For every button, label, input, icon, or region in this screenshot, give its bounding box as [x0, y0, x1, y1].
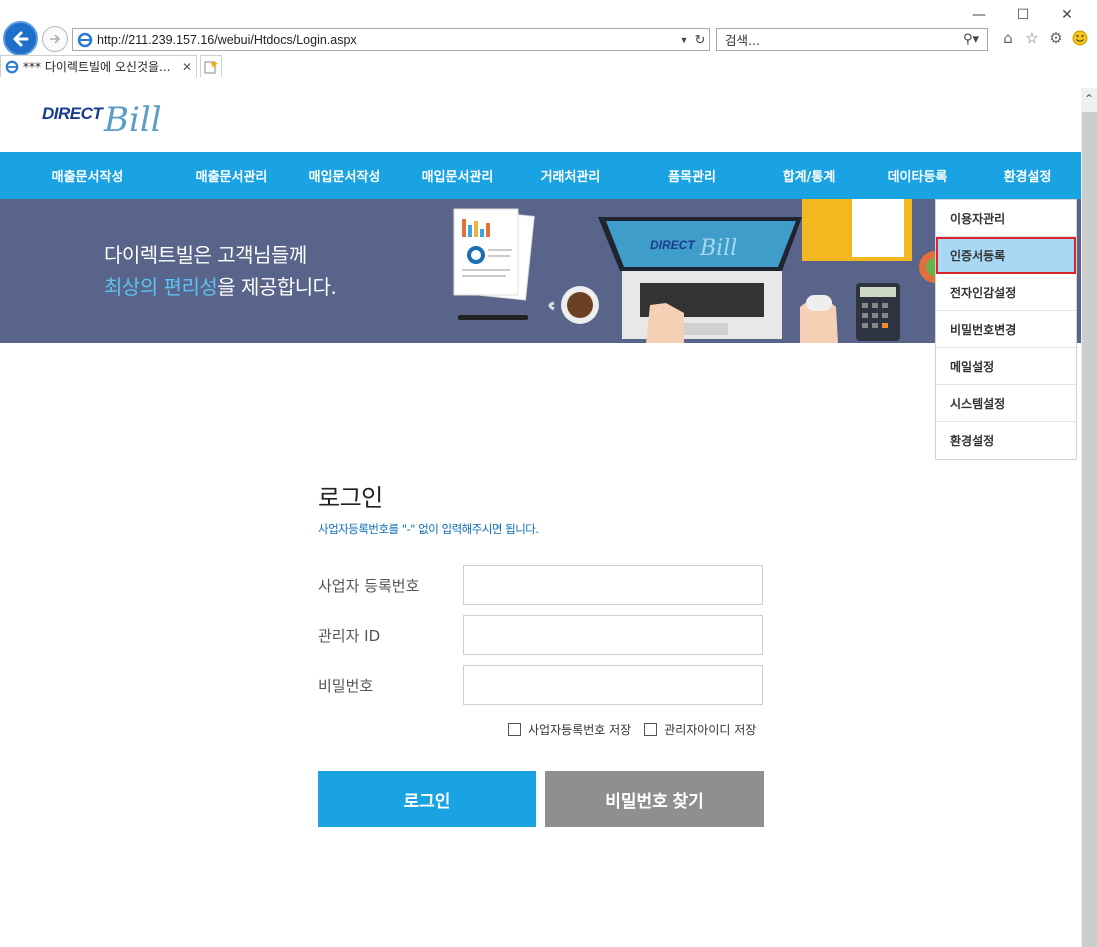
login-hint: 사업자등록번호를 "-" 없이 입력해주시면 됩니다.: [318, 522, 539, 536]
search-placeholder[interactable]: 검색...: [725, 30, 955, 49]
password-input[interactable]: [463, 665, 763, 705]
password-row: 비밀번호: [318, 665, 764, 705]
favorites-star-icon[interactable]: ☆: [1022, 28, 1042, 48]
nav-item-data-register[interactable]: 데이타등록: [861, 152, 974, 199]
login-title: 로그인: [318, 484, 383, 512]
save-adminid-label[interactable]: 관리자아이디 저장: [664, 721, 756, 738]
logo-direct-text: DIRECT: [42, 104, 103, 123]
nav-item-sales-doc-create[interactable]: 매출문서작성: [0, 152, 175, 199]
menu-item-mail-settings[interactable]: 메일설정: [936, 348, 1076, 385]
nav-item-purchase-doc-manage[interactable]: 매입문서관리: [401, 152, 514, 199]
settings-gear-icon[interactable]: ⚙: [1046, 28, 1066, 48]
search-box[interactable]: 검색... ⚲▾: [716, 28, 988, 51]
feedback-smiley-icon[interactable]: [1070, 28, 1090, 48]
settings-dropdown-menu: 이용자관리 인증서등록 전자인감설정 비밀번호변경 메일설정 시스템설정 환경설…: [935, 199, 1077, 460]
home-icon[interactable]: ⌂: [998, 28, 1018, 48]
save-bizno-label[interactable]: 사업자등록번호 저장: [528, 721, 631, 738]
nav-item-client-manage[interactable]: 거래처관리: [514, 152, 627, 199]
page-scrollbar[interactable]: ⌃: [1081, 88, 1097, 947]
browser-tab[interactable]: *** 다이렉트빌에 오신것을... ✕: [0, 55, 197, 77]
window-controls: — ☐ ✕: [957, 4, 1089, 26]
menu-item-user-management[interactable]: 이용자관리: [936, 200, 1076, 237]
ie-tab-icon: [5, 60, 19, 73]
password-label: 비밀번호: [318, 677, 374, 695]
site-logo[interactable]: DIRECT Bill: [42, 100, 182, 144]
adminid-input[interactable]: [463, 615, 763, 655]
coffee-cup-image: [548, 286, 599, 324]
nav-item-purchase-doc-create[interactable]: 매입문서작성: [288, 152, 401, 199]
back-arrow-icon: [13, 31, 28, 46]
maximize-icon[interactable]: ☐: [1001, 4, 1045, 26]
address-dropdown-icon[interactable]: ▼: [677, 35, 691, 45]
adminid-row: 관리자 ID: [318, 615, 764, 655]
forward-arrow-icon: [50, 34, 61, 44]
close-window-icon[interactable]: ✕: [1045, 4, 1089, 26]
bizno-label: 사업자 등록번호: [318, 577, 420, 595]
banner-illustration: DIRECT Bill: [453, 199, 951, 343]
nav-item-item-manage[interactable]: 품목관리: [627, 152, 757, 199]
tab-close-icon[interactable]: ✕: [182, 60, 196, 74]
scroll-up-icon[interactable]: ⌃: [1081, 88, 1097, 110]
login-button[interactable]: 로그인: [318, 771, 536, 827]
nav-item-environment-settings[interactable]: 환경설정: [974, 152, 1081, 199]
new-tab-button[interactable]: [200, 55, 222, 77]
adminid-label: 관리자 ID: [318, 627, 381, 645]
browser-chrome: — ☐ ✕ http://211.239.157.16/webui/Htdocs…: [0, 0, 1097, 78]
menu-item-certificate-register[interactable]: 인증서등록: [936, 237, 1076, 274]
url-text[interactable]: http://211.239.157.16/webui/Htdocs/Login…: [97, 33, 677, 47]
search-icon[interactable]: ⚲▾: [955, 32, 987, 47]
laptop-brand-direct: DIRECT: [650, 238, 696, 252]
ie-page-icon: [77, 32, 93, 47]
pen-image: [458, 315, 528, 320]
main-nav: 매출문서작성 매출문서관리 매입문서작성 매입문서관리 거래처관리 품목관리 합계/통계 데이…: [0, 152, 1081, 199]
calculator-image: [856, 283, 900, 341]
save-adminid-checkbox[interactable]: [644, 723, 658, 736]
menu-item-change-password[interactable]: 비밀번호변경: [936, 311, 1076, 348]
login-panel: 로그인 사업자등록번호를 "-" 없이 입력해주시면 됩니다. 사업자 등록번호…: [318, 478, 764, 827]
scrollbar-thumb[interactable]: [1082, 112, 1097, 947]
menu-item-environment-settings[interactable]: 환경설정: [936, 422, 1076, 459]
forward-button[interactable]: [42, 26, 68, 52]
back-button[interactable]: [3, 21, 38, 56]
laptop-brand-bill: Bill: [699, 236, 737, 261]
new-tab-icon: [204, 59, 218, 73]
save-options: 사업자등록번호 저장 관리자아이디 저장: [508, 721, 756, 738]
folder-image: [802, 199, 912, 261]
toolbar-icons: ⌂ ☆ ⚙: [998, 28, 1090, 48]
tab-title: *** 다이렉트빌에 오신것을...: [23, 60, 171, 74]
address-bar[interactable]: http://211.239.157.16/webui/Htdocs/Login…: [72, 28, 710, 51]
bizno-input[interactable]: [463, 565, 763, 605]
report-documents-image: [453, 208, 535, 301]
nav-item-totals-stats[interactable]: 합계/통계: [757, 152, 861, 199]
minimize-icon[interactable]: —: [957, 4, 1001, 26]
menu-item-electronic-seal[interactable]: 전자인감설정: [936, 274, 1076, 311]
bizno-row: 사업자 등록번호: [318, 565, 764, 605]
hero-banner: 다이렉트빌은 고객님들께 최상의 편리성을 제공합니다. DIRECT Bill: [0, 199, 1081, 343]
nav-item-sales-doc-manage[interactable]: 매출문서관리: [175, 152, 288, 199]
refresh-icon[interactable]: ↻: [691, 32, 709, 48]
logo-bill-text: Bill: [104, 100, 162, 140]
find-password-button[interactable]: 비밀번호 찾기: [545, 771, 764, 827]
save-bizno-checkbox[interactable]: [508, 723, 521, 736]
menu-item-system-settings[interactable]: 시스템설정: [936, 385, 1076, 422]
